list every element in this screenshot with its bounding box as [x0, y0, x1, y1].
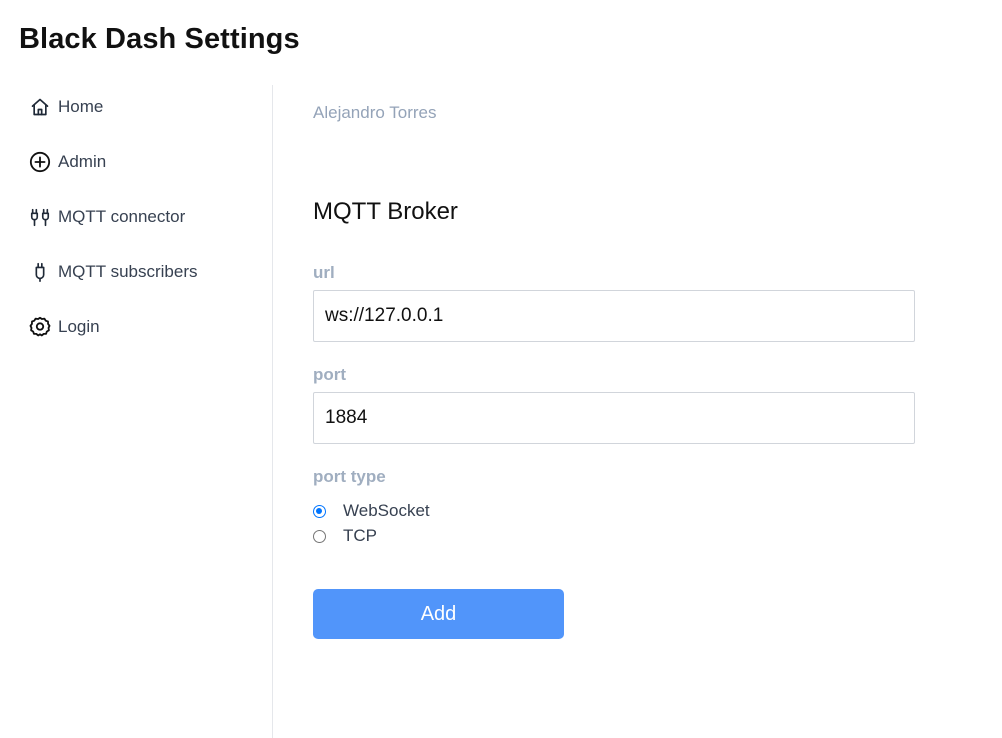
- section-title: MQTT Broker: [313, 198, 458, 225]
- user-name: Alejandro Torres: [313, 103, 437, 122]
- port-type-label: port type: [313, 467, 386, 486]
- gear-icon: [28, 315, 52, 339]
- sidebar-item-mqtt-subscribers[interactable]: MQTT subscribers: [28, 258, 198, 286]
- sidebar-item-admin[interactable]: Admin: [28, 148, 106, 176]
- app-title: Black Dash Settings: [19, 23, 300, 55]
- plug-connector-icon: [28, 205, 52, 229]
- sidebar-item-label: Admin: [58, 152, 107, 171]
- tcp-label: TCP: [343, 526, 377, 545]
- sidebar-item-label: Home: [58, 97, 104, 116]
- websocket-radio[interactable]: [313, 504, 326, 518]
- sidebar-item-mqtt-connector[interactable]: MQTT connector: [28, 203, 185, 231]
- tcp-radio[interactable]: [313, 529, 326, 543]
- sidebar-item-label: MQTT subscribers: [58, 262, 198, 281]
- plus-circle-icon: [28, 150, 52, 174]
- port-type-option-tcp[interactable]: TCP: [313, 525, 377, 547]
- sidebar-item-login[interactable]: Login: [28, 313, 100, 341]
- websocket-label: WebSocket: [343, 501, 430, 520]
- port-input[interactable]: [313, 392, 915, 444]
- home-icon: [28, 95, 52, 119]
- port-type-option-websocket[interactable]: WebSocket: [313, 500, 430, 522]
- sidebar-item-label: Login: [58, 317, 100, 336]
- url-label: url: [313, 263, 335, 282]
- sidebar: Home Admin MQTT connector MQTT subscribe…: [0, 85, 273, 738]
- url-input[interactable]: [313, 290, 915, 342]
- add-button[interactable]: Add: [313, 589, 564, 639]
- plug-icon: [28, 260, 52, 284]
- port-label: port: [313, 365, 347, 384]
- sidebar-item-label: MQTT connector: [58, 207, 186, 226]
- sidebar-item-home[interactable]: Home: [28, 93, 103, 121]
